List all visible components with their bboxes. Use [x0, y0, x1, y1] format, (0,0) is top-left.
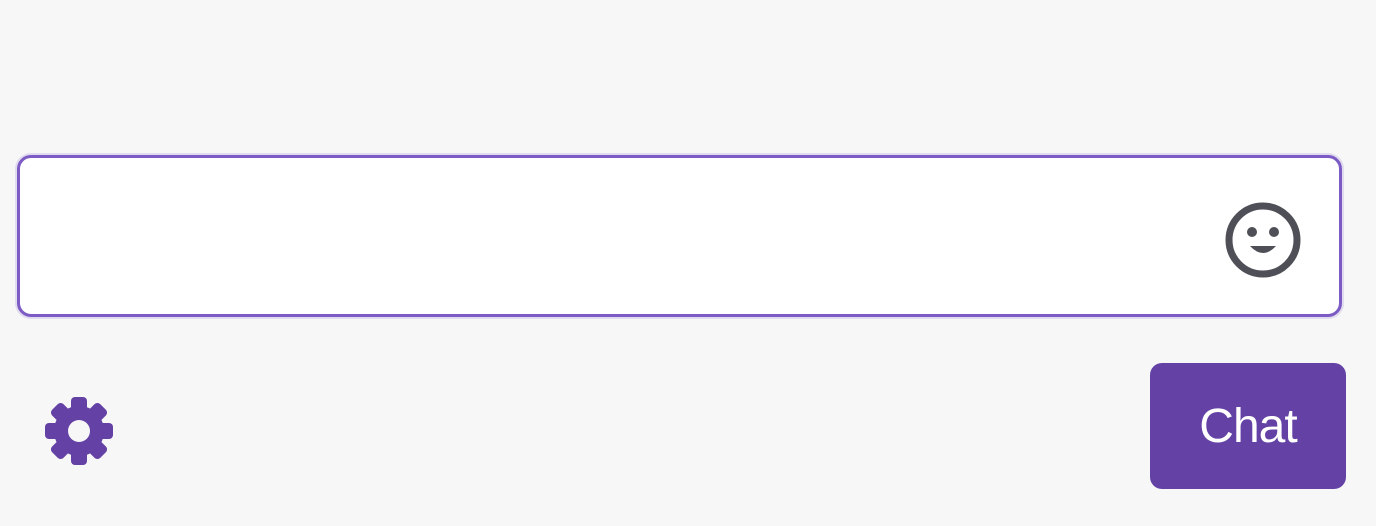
chat-panel: Chat	[0, 0, 1376, 526]
gear-icon	[45, 397, 113, 465]
chat-settings-button[interactable]	[36, 388, 122, 474]
chat-message-input[interactable]	[20, 158, 1200, 314]
send-chat-button[interactable]: Chat	[1150, 363, 1346, 489]
smiley-icon	[1225, 202, 1301, 278]
chat-input-container[interactable]	[17, 155, 1342, 317]
emote-picker-button[interactable]	[1223, 200, 1303, 280]
